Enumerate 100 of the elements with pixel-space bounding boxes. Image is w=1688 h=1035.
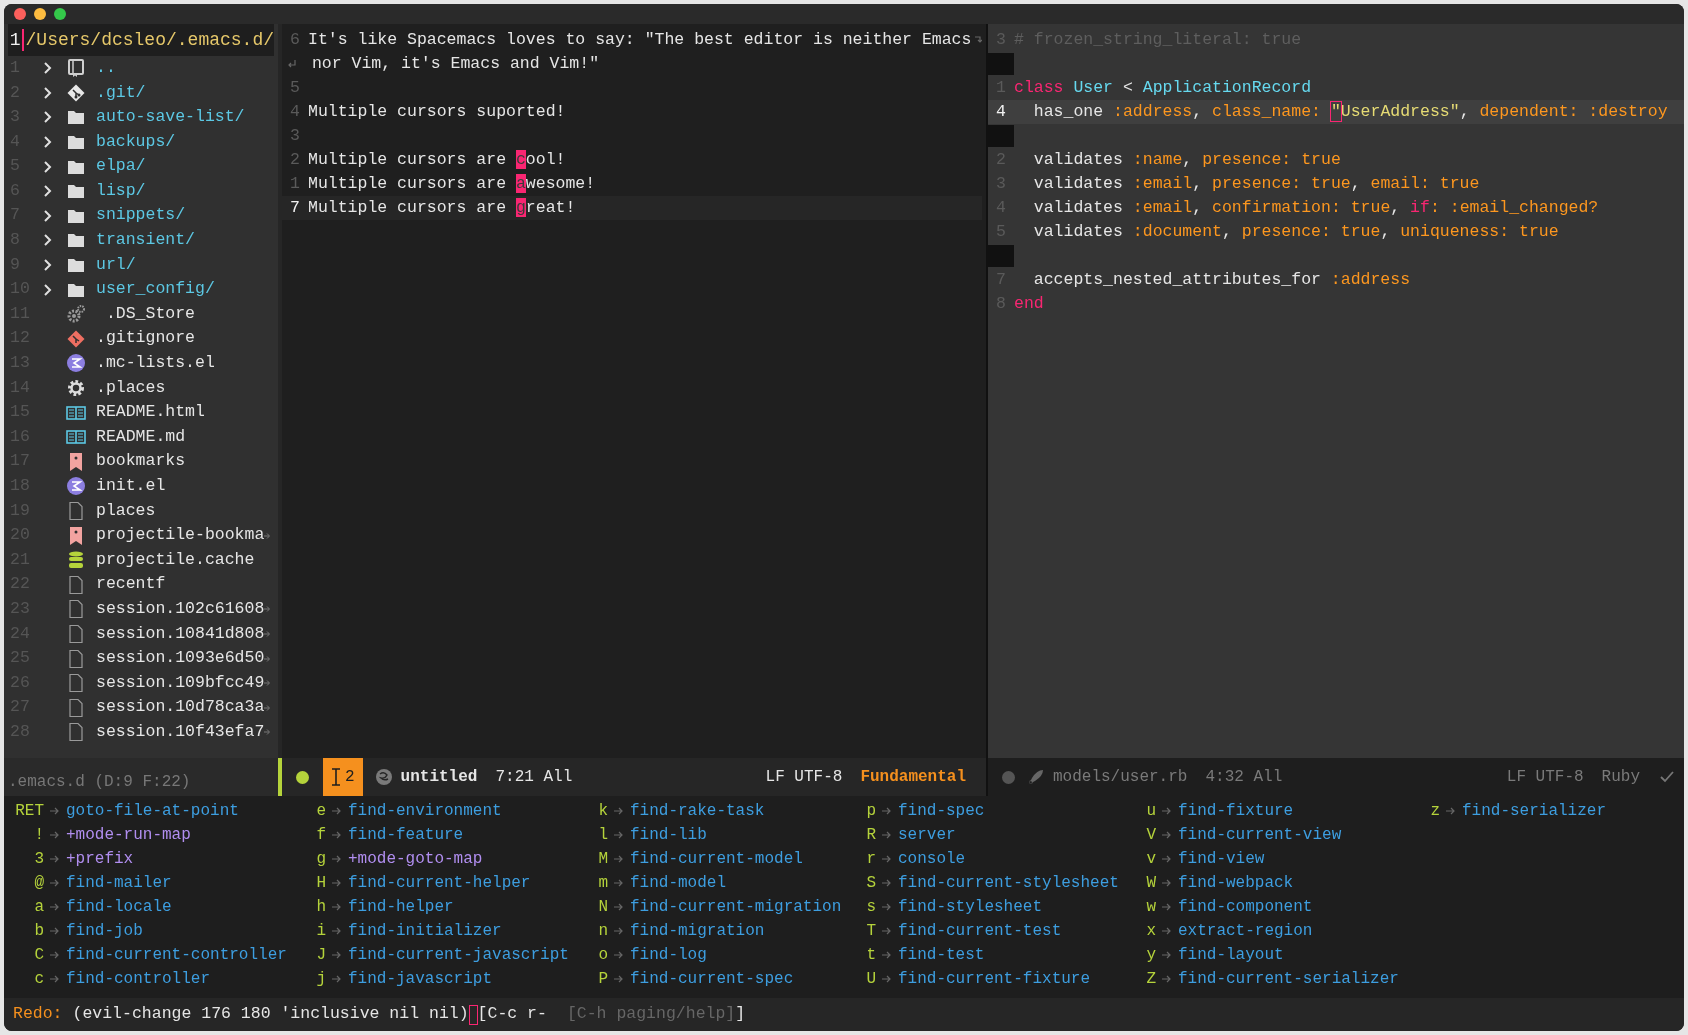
arrow-icon [614,855,624,863]
directory-summary: .emacs.d (D:9 F:22) [7,772,191,793]
file-name[interactable]: places [96,498,156,524]
chevron-icon[interactable] [43,160,53,173]
command-name[interactable]: find-feature [348,823,464,847]
command-name[interactable]: server [898,823,956,847]
file-name[interactable]: projectile-bookma [96,523,265,548]
command-name[interactable]: find-serializer [1462,799,1607,823]
echo-message: (evil-change 176 180 'inclusive nil nil) [72,1003,469,1026]
command-name[interactable]: find-rake-task [630,799,765,823]
code-line: validates :name, presence: true [1032,148,1341,171]
prefix-command[interactable]: +prefix [66,847,134,871]
file-name[interactable]: session.10841d808 [96,621,265,647]
file-name[interactable]: session.1093e6d50 [96,646,265,671]
file-name[interactable]: session.10d78ca3a [96,695,265,721]
file-name[interactable]: bookmarks [96,449,186,475]
file-name[interactable]: session.10f43efa7 [96,719,265,745]
chevron-icon[interactable] [43,283,53,296]
folder-name[interactable]: snippets/ [96,203,186,229]
folder-name[interactable]: .git/ [96,80,146,106]
file-name[interactable]: projectile.cache [96,547,255,573]
command-name[interactable]: find-current-serializer [1178,967,1399,991]
file-name[interactable]: recentf [96,572,166,598]
file-icon [66,673,86,694]
command-name[interactable]: goto-file-at-point [66,799,239,823]
chevron-icon[interactable] [43,136,53,149]
command-name[interactable]: extract-region [1178,919,1313,943]
chevron-icon[interactable] [43,234,53,247]
command-name[interactable]: find-log [630,943,707,967]
command-name[interactable]: find-mailer [66,871,172,895]
chevron-icon[interactable] [43,259,53,272]
command-name[interactable]: find-spec [898,799,985,823]
line-number: 7 [289,196,301,219]
folder-name[interactable]: .. [96,55,116,81]
command-name[interactable]: find-current-stylesheet [898,871,1119,895]
folder-name[interactable]: lisp/ [96,178,146,204]
file-name[interactable]: .places [96,375,166,401]
command-name[interactable]: find-current-javascript [348,943,569,967]
chevron-icon[interactable] [43,185,53,198]
command-name[interactable]: find-view [1178,847,1265,871]
chevron-icon[interactable] [43,111,53,124]
command-name[interactable]: find-model [630,871,726,895]
command-name[interactable]: find-locale [66,895,172,919]
command-name[interactable]: find-job [66,919,143,943]
key-binding: j [315,969,326,990]
command-name[interactable]: find-current-migration [630,895,842,919]
command-name[interactable]: find-component [1178,895,1313,919]
file-name[interactable]: .gitignore [96,326,196,352]
close-button[interactable] [14,8,26,20]
key-binding: z [1429,801,1440,822]
chevron-icon[interactable] [43,86,53,99]
prefix-command[interactable]: +mode-goto-map [348,847,483,871]
file-name[interactable]: session.102c61608 [96,597,265,622]
key-binding: J [315,945,326,966]
line-number: 5 [289,76,301,99]
prefix-command[interactable]: +mode-run-map [66,823,191,847]
command-name[interactable]: find-controller [66,967,211,991]
command-name[interactable]: find-test [898,943,985,967]
command-name[interactable]: console [898,847,966,871]
file-name[interactable]: README.md [96,424,186,450]
code-line: Multiple cursors are cool! [308,148,566,171]
command-name[interactable]: find-current-spec [630,967,794,991]
command-name[interactable]: find-fixture [1178,799,1294,823]
file-name[interactable]: .DS_Store [96,301,196,327]
zoom-button[interactable] [54,8,66,20]
folder-name[interactable]: transient/ [96,228,196,253]
folder-name[interactable]: auto-save-list/ [96,105,245,130]
file-name[interactable]: init.el [96,474,166,499]
folder-name[interactable]: backups/ [96,129,176,155]
minimize-button[interactable] [34,8,46,20]
key-binding: 3 [33,849,44,870]
key-binding: n [597,921,608,942]
command-name[interactable]: find-stylesheet [898,895,1043,919]
folder-name[interactable]: elpa/ [96,154,146,180]
command-name[interactable]: find-current-view [1178,823,1342,847]
folder-name[interactable]: url/ [96,252,136,278]
command-name[interactable]: find-initializer [348,919,502,943]
command-name[interactable]: find-environment [348,799,502,823]
command-name[interactable]: find-current-model [630,847,803,871]
file-icon [66,623,86,644]
command-name[interactable]: find-webpack [1178,871,1294,895]
command-name[interactable]: find-migration [630,919,765,943]
command-name[interactable]: find-layout [1178,943,1284,967]
chevron-icon[interactable] [43,62,53,75]
file-name[interactable]: README.html [96,400,205,425]
key-binding: M [597,849,608,870]
chevron-icon[interactable] [43,209,53,222]
command-name[interactable]: find-current-test [898,919,1062,943]
command-name[interactable]: find-current-helper [348,871,531,895]
command-name[interactable]: find-helper [348,895,454,919]
file-name[interactable]: .mc-lists.el [96,351,215,376]
command-name[interactable]: find-current-controller [66,943,287,967]
file-name[interactable]: session.109bfcc49 [96,670,265,696]
folder-name[interactable]: user_config/ [96,277,215,302]
command-name[interactable]: find-javascript [348,967,493,991]
cursor-position: 4:32 All [1205,767,1283,788]
command-name[interactable]: find-current-fixture [898,967,1091,991]
command-name[interactable]: find-lib [630,823,707,847]
file-icon [66,501,86,521]
directory-path: /Users/dcsleo/.emacs.d/ [24,28,274,52]
